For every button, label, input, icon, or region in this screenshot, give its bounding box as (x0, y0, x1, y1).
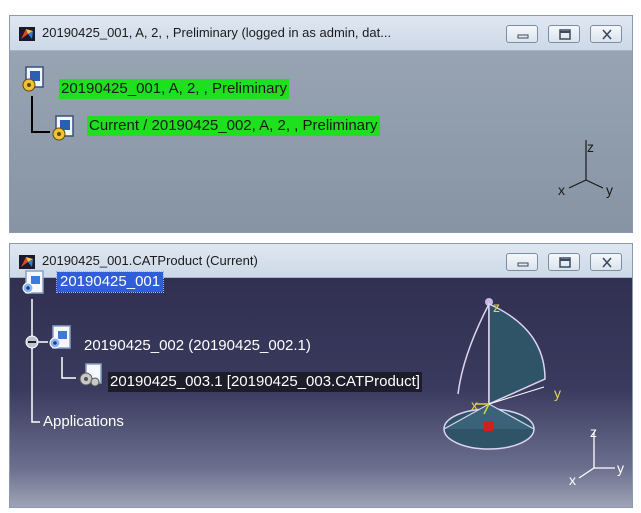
axis-triad (578, 432, 615, 479)
axis-x-label: x (569, 472, 576, 488)
axis-x-label: x (558, 182, 565, 198)
product-window: 20190425_001.CATProduct (Current) 201904… (9, 243, 633, 508)
axis-triad (568, 140, 604, 189)
pdm-tree-window: 20190425_001, A, 2, , Preliminary (logge… (9, 15, 633, 233)
axis-y-label: y (606, 182, 613, 198)
axis-y-label: y (617, 460, 624, 476)
axis-z-label: z (587, 139, 594, 155)
axis-z-label: z (590, 424, 597, 440)
